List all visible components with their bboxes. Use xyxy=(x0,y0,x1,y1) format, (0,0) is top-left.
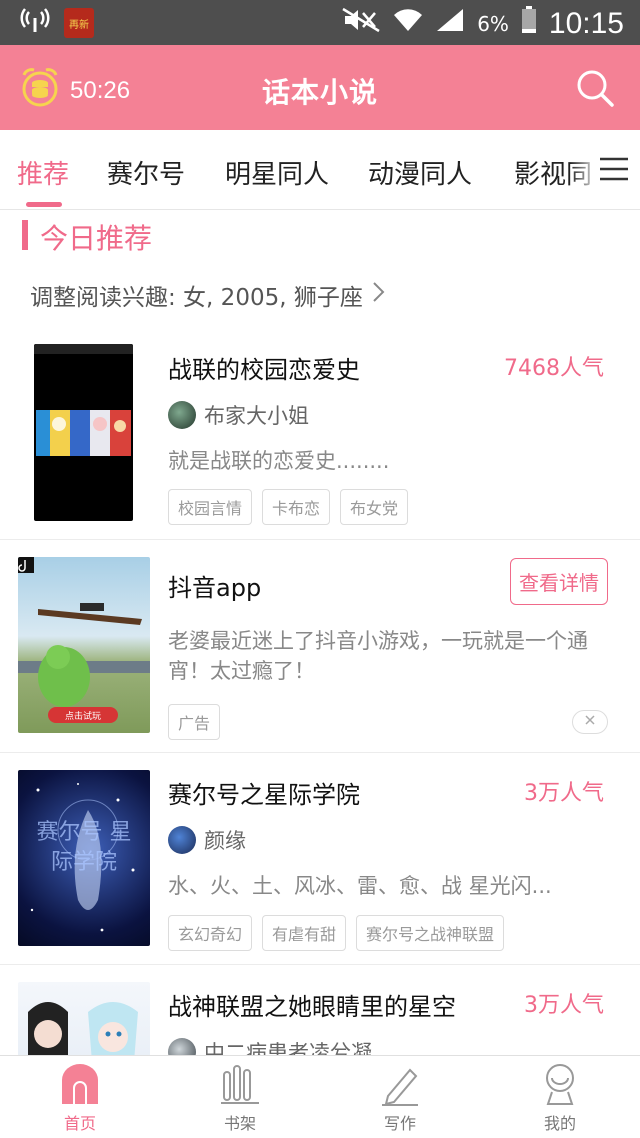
book-card[interactable]: 战神联盟之她眼睛里的星空 3万人气 中二病患者凌兮凝 xyxy=(0,965,640,1055)
tag[interactable]: 赛尔号之战神联盟 xyxy=(356,915,505,951)
author-name: 颜缘 xyxy=(204,829,246,853)
chevron-right-icon xyxy=(371,280,387,310)
book-description: 水、火、土、风冰、雷、愈、战 星光闪... xyxy=(168,874,552,898)
nav-label: 我的 xyxy=(543,1114,576,1133)
author[interactable]: 中二病患者凌兮凝 xyxy=(168,1037,372,1055)
ad-title[interactable]: 抖音app xyxy=(168,568,261,603)
bottom-nav: 首页 书架 写作 我的 xyxy=(0,1055,640,1138)
ad-description: 老婆最近迷上了抖音小游戏，一玩就是一个通宵！太过瘾了！ xyxy=(168,629,588,683)
tag-list: 广告 xyxy=(168,704,221,740)
search-icon xyxy=(574,70,616,113)
nav-profile[interactable]: 我的 xyxy=(520,1062,600,1134)
mute-icon xyxy=(341,7,381,40)
tag-list: 玄幻奇幻 有虐有甜 赛尔号之战神联盟 xyxy=(168,915,505,951)
ad-tag: 广告 xyxy=(168,704,221,740)
author-name: 中二病患者凌兮凝 xyxy=(204,1041,372,1055)
cell-signal-icon xyxy=(435,7,465,40)
author-name: 布家大小姐 xyxy=(204,404,309,428)
battery-icon xyxy=(521,6,537,41)
signal-antenna-icon xyxy=(20,8,50,38)
try-play-label: 点击试玩 xyxy=(64,712,101,722)
tag[interactable]: 有虐有甜 xyxy=(262,915,347,951)
tag-list: 校园言情 卡布恋 布女党 xyxy=(168,489,409,525)
popularity-count: 7468人气 xyxy=(504,356,604,381)
avatar xyxy=(168,826,196,854)
nav-label: 书架 xyxy=(223,1114,256,1133)
book-card[interactable]: 战联的校园恋爱史 7468人气 布家大小姐 就是战联的恋爱史........ 校… xyxy=(0,330,640,540)
book-title[interactable]: 赛尔号之星际学院 xyxy=(168,775,360,810)
section-title: 今日推荐 xyxy=(40,222,153,255)
cover-title: 赛尔号 星际学院 xyxy=(36,820,132,875)
avatar xyxy=(168,401,196,429)
nav-label: 写作 xyxy=(383,1114,416,1133)
book-cover xyxy=(34,344,133,521)
view-details-button[interactable]: 查看详情 xyxy=(510,558,608,605)
wifi-icon xyxy=(393,7,423,40)
search-button[interactable] xyxy=(574,67,616,109)
app-notification-icon: 再新 xyxy=(64,8,94,38)
section-marker xyxy=(22,220,28,250)
popularity-count: 3万人气 xyxy=(524,993,604,1018)
popularity-count: 3万人气 xyxy=(524,781,604,806)
book-description: 就是战联的恋爱史........ xyxy=(168,449,390,473)
book-cover: 赛尔号 星际学院 xyxy=(18,770,150,946)
status-time: 10:15 xyxy=(548,6,624,40)
menu-icon xyxy=(596,157,630,188)
tab-anime-fanfic[interactable]: 动漫同人 xyxy=(368,154,472,191)
bookshelf-icon xyxy=(200,1062,280,1106)
close-ad-button[interactable] xyxy=(572,710,608,734)
tag[interactable]: 布女党 xyxy=(340,489,409,525)
active-tab-indicator xyxy=(26,202,62,207)
nav-write[interactable]: 写作 xyxy=(360,1062,440,1134)
tab-recommend[interactable]: 推荐 xyxy=(17,154,69,191)
author[interactable]: 布家大小姐 xyxy=(168,400,309,430)
page-title: 话本小说 xyxy=(261,76,378,109)
tab-celebrity-fanfic[interactable]: 明星同人 xyxy=(225,154,329,191)
app-header: 50:26 话本小说 xyxy=(0,45,640,130)
pencil-icon xyxy=(360,1062,440,1106)
ad-card[interactable]: 点击试玩 抖音app 查看详情 老婆最近迷上了抖音小游戏，一玩就是一个通宵！太过… xyxy=(0,540,640,753)
tab-seer[interactable]: 赛尔号 xyxy=(107,154,185,191)
tag[interactable]: 校园言情 xyxy=(168,489,253,525)
book-title[interactable]: 战联的校园恋爱史 xyxy=(168,350,360,385)
nav-home[interactable]: 首页 xyxy=(40,1062,120,1134)
tabs-menu-button[interactable] xyxy=(596,154,630,184)
nav-label: 首页 xyxy=(63,1114,96,1133)
ad-cover: 点击试玩 xyxy=(18,557,150,733)
adjust-interest-link[interactable]: 调整阅读兴趣: 女, 2005, 狮子座 xyxy=(30,278,387,312)
tag[interactable]: 卡布恋 xyxy=(262,489,331,525)
home-icon xyxy=(40,1062,120,1106)
tag[interactable]: 玄幻奇幻 xyxy=(168,915,253,951)
status-bar: 再新 6% 10:15 xyxy=(0,0,640,45)
nav-bookshelf[interactable]: 书架 xyxy=(200,1062,280,1134)
interest-text: 调整阅读兴趣: 女, 2005, 狮子座 xyxy=(30,285,363,311)
close-icon xyxy=(584,714,596,730)
profile-icon xyxy=(520,1062,600,1106)
battery-percent: 6% xyxy=(477,11,509,36)
book-card[interactable]: 赛尔号 星际学院 赛尔号之星际学院 3万人气 颜缘 水、火、土、风冰、雷、愈、战… xyxy=(0,753,640,965)
book-title[interactable]: 战神联盟之她眼睛里的星空 xyxy=(168,987,456,1022)
category-tabs: 推荐 赛尔号 明星同人 动漫同人 影视同 xyxy=(0,130,640,210)
author[interactable]: 颜缘 xyxy=(168,825,246,855)
book-cover xyxy=(18,982,150,1055)
avatar xyxy=(168,1038,196,1055)
